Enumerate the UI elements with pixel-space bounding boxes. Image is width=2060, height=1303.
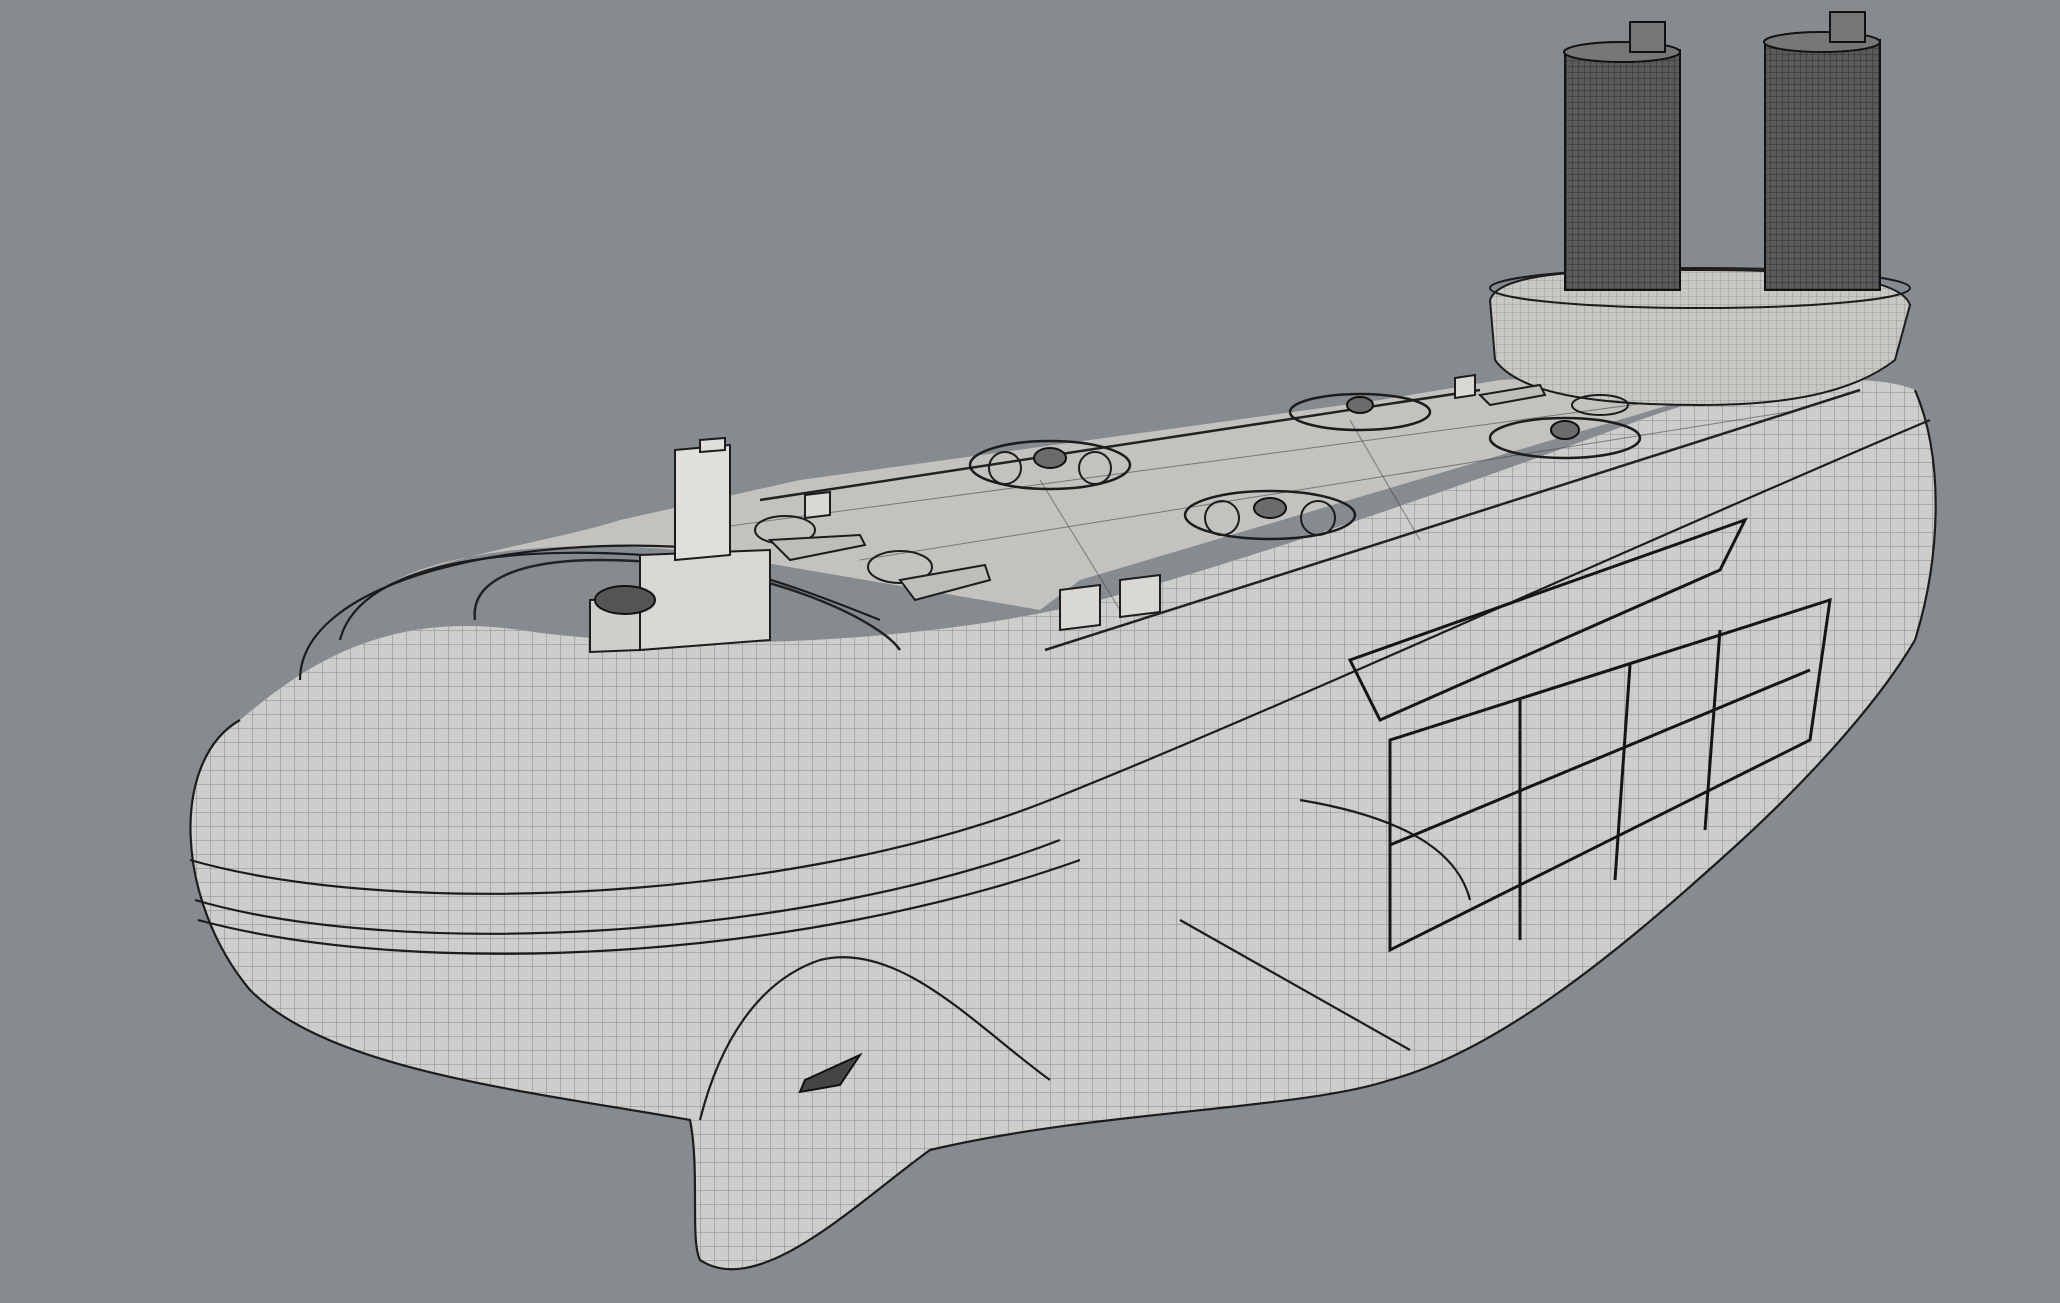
drone-icon (1253, 497, 1287, 519)
funnel-right[interactable] (1763, 11, 1881, 291)
drone-icon (1550, 420, 1580, 440)
3d-viewport[interactable] (0, 0, 2060, 1303)
ship-model[interactable] (0, 0, 2060, 1303)
drone-icon (1346, 396, 1374, 414)
drone-icon (1033, 447, 1067, 469)
funnel-left[interactable] (1563, 21, 1681, 291)
radome-icon (594, 585, 656, 615)
